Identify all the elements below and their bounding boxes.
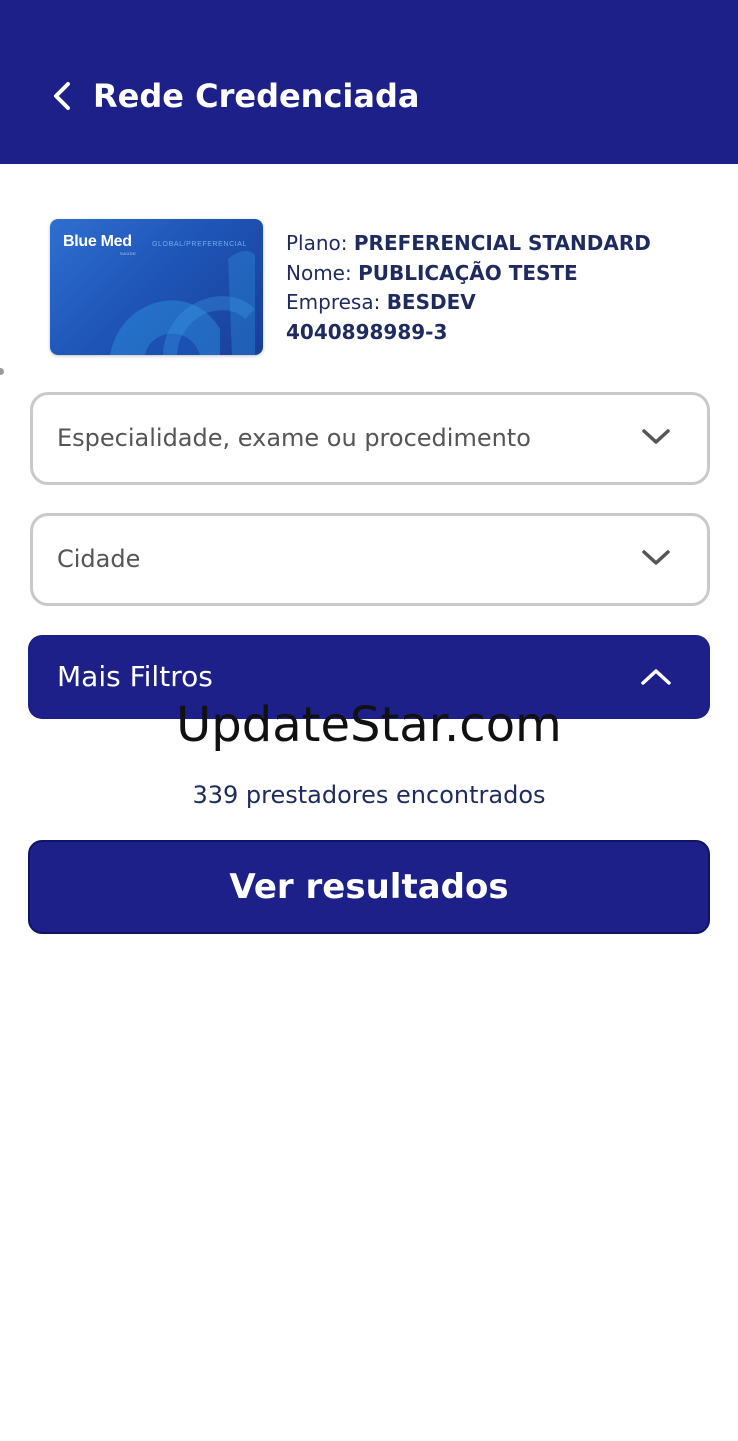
- card-number: 4040898989-3: [286, 319, 448, 344]
- view-results-label: Ver resultados: [229, 867, 509, 907]
- specialty-select[interactable]: Especialidade, exame ou procedimento: [30, 392, 710, 485]
- name-value: PUBLICAÇÃO TESTE: [358, 260, 578, 285]
- plan-line: Plano: PREFERENCIAL STANDARD: [286, 229, 651, 259]
- member-card-image: Blue Med SAÚDE GLOBAL/PREFERENCIAL: [50, 219, 263, 355]
- card-number-line: 4040898989-3: [286, 318, 651, 348]
- card-plan-subtitle: GLOBAL/PREFERENCIAL: [152, 241, 248, 248]
- name-line: Nome: PUBLICAÇÃO TESTE: [286, 259, 651, 289]
- watermark: UpdateStar.com: [176, 697, 562, 753]
- card-brand-tagline: SAÚDE: [120, 251, 137, 256]
- app-bar: Rede Credenciada: [0, 0, 738, 164]
- company-value: BESDEV: [386, 290, 476, 314]
- view-results-button[interactable]: Ver resultados: [28, 840, 710, 934]
- company-line: Empresa: BESDEV: [286, 288, 651, 318]
- chevron-left-icon: [54, 82, 70, 110]
- back-button[interactable]: [40, 72, 84, 120]
- city-placeholder: Cidade: [57, 545, 141, 573]
- edge-indicator: [0, 368, 4, 375]
- results-count: 339 prestadores encontrados: [192, 781, 546, 809]
- page-title: Rede Credenciada: [93, 77, 420, 115]
- chevron-down-icon: [642, 550, 670, 565]
- specialty-placeholder: Especialidade, exame ou procedimento: [57, 424, 531, 452]
- card-brand-logo: Blue Med: [63, 233, 132, 250]
- city-select[interactable]: Cidade: [30, 513, 710, 606]
- plan-label: Plano:: [286, 231, 348, 255]
- name-label: Nome:: [286, 260, 352, 285]
- member-info: Plano: PREFERENCIAL STANDARD Nome: PUBLI…: [286, 229, 651, 347]
- plan-value: PREFERENCIAL STANDARD: [353, 231, 651, 255]
- company-label: Empresa:: [286, 290, 381, 314]
- chevron-up-icon: [641, 669, 671, 685]
- chevron-down-icon: [642, 429, 670, 444]
